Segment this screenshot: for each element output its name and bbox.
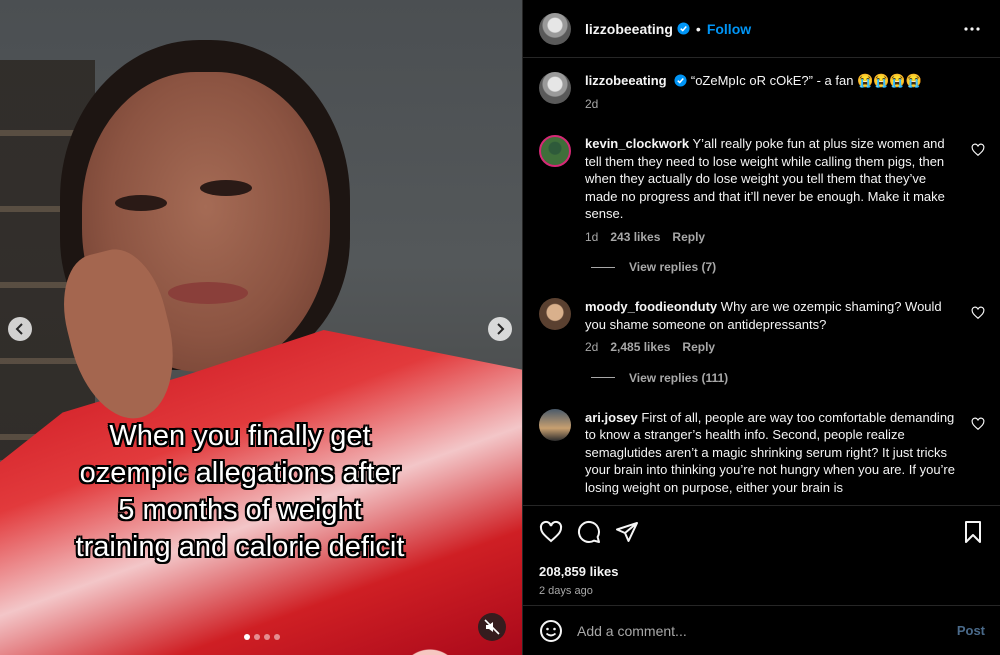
verified-badge-icon bbox=[674, 74, 687, 87]
caption-author-avatar[interactable] bbox=[539, 72, 571, 104]
reply-button[interactable]: Reply bbox=[682, 339, 715, 357]
comment-username[interactable]: moody_foodieonduty bbox=[585, 299, 717, 314]
replies-divider bbox=[591, 377, 615, 378]
caption-text: “oZeMpIc oR cOkE?” - a fan 😭😭😭😭 bbox=[690, 73, 922, 88]
caption-age: 2d bbox=[585, 96, 599, 111]
carousel-dot bbox=[264, 634, 270, 640]
video-caption-overlay: When you finally get ozempic allegations… bbox=[20, 418, 460, 566]
comments-list[interactable]: lizzobeeating “oZeMpIc oR cOkE?” - a fan… bbox=[523, 58, 1000, 505]
caption-line: ozempic allegations after bbox=[79, 457, 401, 489]
post-timestamp: 2 days ago bbox=[539, 585, 593, 597]
muted-speaker-icon bbox=[484, 619, 500, 635]
verified-badge-icon bbox=[677, 22, 690, 35]
comment-item: ari.josey First of all, people are way t… bbox=[539, 408, 985, 497]
carousel-dot-active bbox=[244, 634, 250, 640]
post-comment-button[interactable]: Post bbox=[957, 623, 985, 638]
more-options-icon bbox=[964, 26, 980, 31]
photo-eye-right bbox=[200, 180, 252, 196]
comment-username[interactable]: ari.josey bbox=[585, 410, 638, 425]
heart-icon[interactable] bbox=[971, 417, 985, 431]
header-separator: • bbox=[695, 20, 701, 37]
comment-item: moody_foodieonduty Why are we ozempic sh… bbox=[539, 298, 985, 357]
post-actions: 208,859 likes 2 days ago bbox=[523, 505, 1000, 597]
author-avatar[interactable] bbox=[539, 12, 571, 45]
author-username[interactable]: lizzobeeating bbox=[585, 21, 673, 37]
caption-line: training and calorie deficit bbox=[75, 531, 405, 563]
heart-icon[interactable] bbox=[539, 520, 563, 544]
carousel-dot bbox=[274, 634, 280, 640]
carousel-dot bbox=[254, 634, 260, 640]
comment-input[interactable] bbox=[577, 622, 957, 639]
post-caption: lizzobeeating “oZeMpIc oR cOkE?” - a fan… bbox=[539, 72, 985, 113]
more-options-button[interactable] bbox=[960, 17, 984, 41]
replies-divider bbox=[591, 266, 615, 268]
likes-count[interactable]: 208,859 likes bbox=[539, 564, 985, 579]
comment-likes[interactable]: 243 likes bbox=[610, 229, 660, 247]
comment-item: kevin_clockwork Y’all really poke fun at… bbox=[539, 135, 985, 246]
heart-icon[interactable] bbox=[971, 306, 985, 320]
view-replies-button[interactable]: View replies (111) bbox=[591, 371, 985, 385]
comment-age: 1d bbox=[585, 229, 599, 244]
carousel-next-button[interactable] bbox=[488, 317, 512, 341]
comment-text: First of all, people are way too comfort… bbox=[585, 409, 955, 495]
bookmark-icon[interactable] bbox=[961, 520, 985, 544]
view-replies-label: View replies (7) bbox=[629, 260, 717, 274]
commenter-avatar[interactable] bbox=[539, 135, 571, 167]
carousel-prev-button[interactable] bbox=[8, 317, 32, 341]
commenter-avatar[interactable] bbox=[539, 408, 571, 441]
chevron-right-icon bbox=[497, 323, 505, 335]
post-media[interactable]: When you finally get ozempic allegations… bbox=[0, 0, 522, 655]
caption-line: 5 months of weight bbox=[118, 494, 362, 526]
reply-button[interactable]: Reply bbox=[672, 229, 705, 247]
post-details-panel: lizzobeeating • Follow lizzobeeating “oZ… bbox=[522, 0, 1000, 655]
mute-toggle-button[interactable] bbox=[478, 613, 506, 641]
photo-eye-left bbox=[115, 195, 167, 211]
comment-age: 2d bbox=[585, 340, 599, 354]
comment-likes[interactable]: 2,485 likes bbox=[610, 339, 670, 357]
commenter-avatar[interactable] bbox=[539, 298, 571, 330]
add-comment-bar: Post bbox=[523, 605, 1000, 655]
emoji-icon[interactable] bbox=[539, 619, 563, 643]
heart-icon[interactable] bbox=[971, 143, 985, 157]
comment-icon[interactable] bbox=[577, 520, 601, 544]
view-replies-label: View replies (111) bbox=[629, 370, 729, 385]
share-icon[interactable] bbox=[615, 520, 639, 544]
carousel-indicator bbox=[244, 634, 280, 640]
post-header: lizzobeeating • Follow bbox=[523, 0, 1000, 58]
caption-username[interactable]: lizzobeeating bbox=[585, 73, 667, 88]
caption-line: When you finally get bbox=[109, 420, 371, 452]
view-replies-button[interactable]: View replies (7) bbox=[591, 260, 985, 274]
follow-button[interactable]: Follow bbox=[707, 21, 751, 37]
chevron-left-icon bbox=[15, 323, 23, 335]
photo-lips bbox=[168, 282, 248, 304]
comment-username[interactable]: kevin_clockwork bbox=[585, 136, 689, 151]
